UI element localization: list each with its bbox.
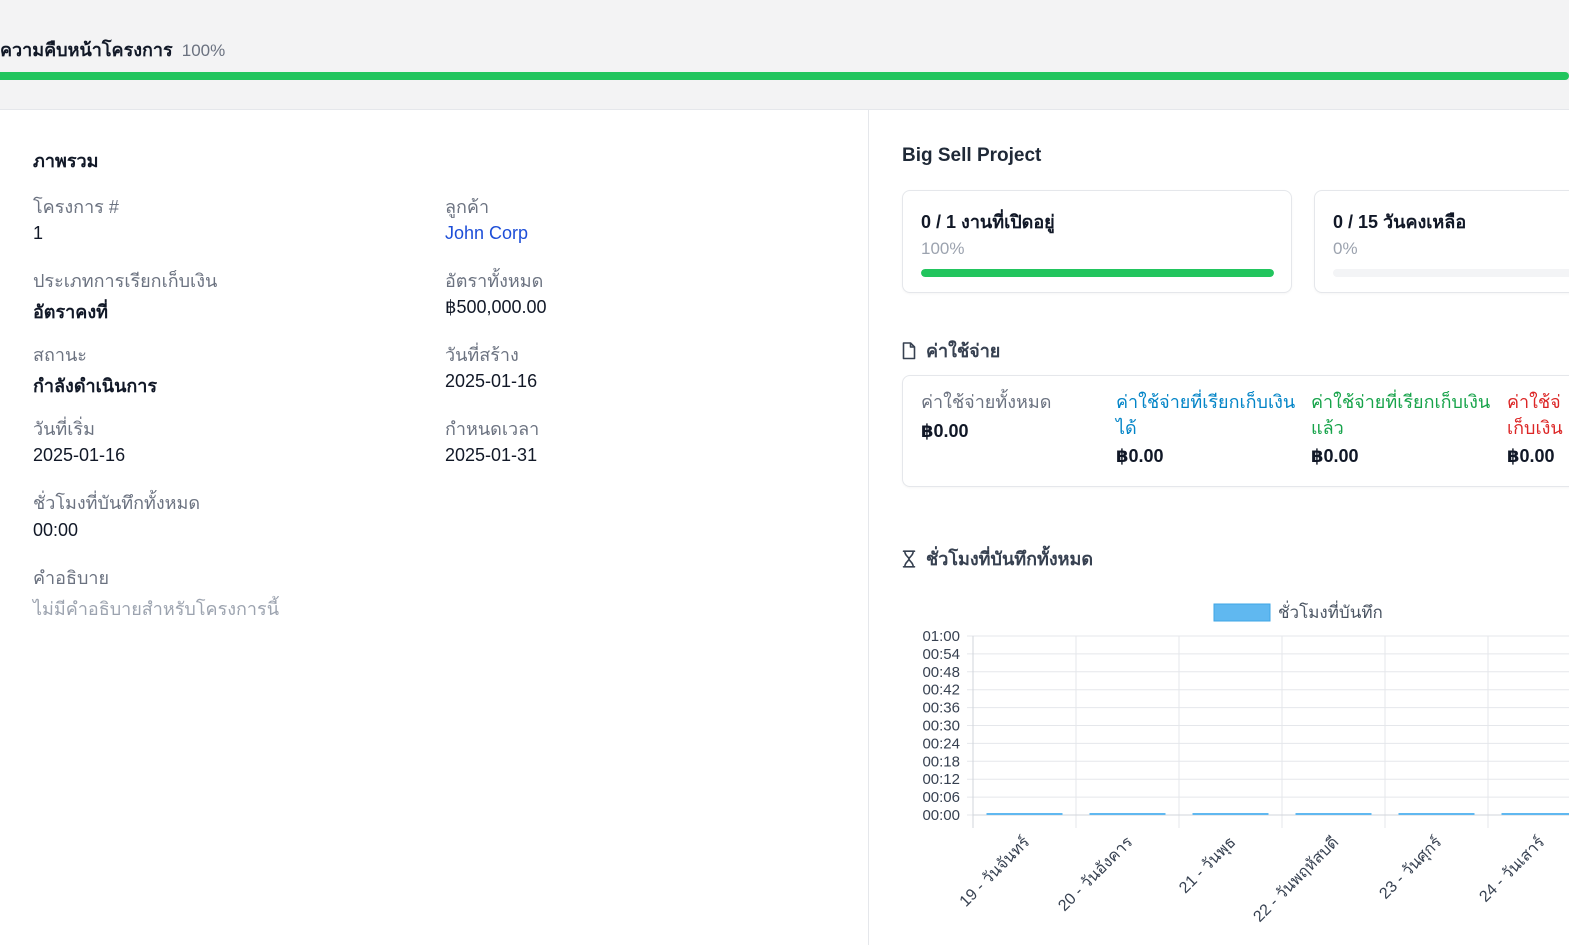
customer-label: ลูกค้า [445, 197, 490, 217]
start-date-value: 2025-01-16 [33, 445, 126, 465]
project-panel: Big Sell Project 0 / 1 งานที่เปิดอยู่ 10… [869, 109, 1569, 945]
description-value: ไม่มีคำอธิบายสำหรับโครงการนี้ [33, 599, 280, 619]
y-tick-label: 00:00 [922, 807, 960, 824]
legend-label: ชั่วโมงที่บันทึก [1278, 600, 1383, 622]
x-tick-label: 22 - วันพฤหัสบดี [1250, 833, 1343, 926]
chart-bar [1192, 813, 1269, 815]
progress-percent: 100% [181, 41, 226, 60]
total-rate-label: อัตราทั้งหมด [445, 271, 544, 291]
overview-panel: ภาพรวม โครงการ # 1 ลูกค้า John Corp ประเ… [0, 109, 869, 945]
x-tick-label: 19 - วันจันทร์ [955, 832, 1033, 910]
status-label: สถานะ [33, 345, 87, 365]
deadline-label: กำหนดเวลา [445, 419, 540, 439]
chart-bar [1089, 813, 1166, 815]
project-progress-header: ความคืบหน้าโครงการ 100% [0, 0, 1569, 110]
progress-title: ความคืบหน้าโครงการ 100% [0, 35, 225, 64]
billing-type-value: อัตราคงที่ [33, 302, 108, 322]
y-tick-label: 00:12 [922, 771, 960, 788]
y-tick-label: 00:30 [922, 718, 960, 735]
status-value: กำลังดำเนินการ [33, 376, 158, 396]
y-tick-label: 01:00 [922, 628, 960, 645]
legend-swatch [1213, 603, 1271, 622]
y-tick-label: 00:36 [922, 700, 960, 717]
chart-bar [1501, 813, 1569, 815]
chart-bar [1295, 813, 1372, 815]
chart-bar [1398, 813, 1475, 815]
description-label: คำอธิบาย [33, 568, 110, 588]
start-date-label: วันที่เริ่ม [33, 419, 95, 439]
y-tick-label: 00:42 [922, 682, 960, 699]
logged-hours-value: 00:00 [33, 520, 79, 540]
x-tick-label: 24 - วันเสาร์ [1475, 832, 1549, 906]
created-date-label: วันที่สร้าง [445, 345, 519, 365]
total-rate-value: ฿500,000.00 [445, 297, 547, 317]
logged-hours-label: ชั่วโมงที่บันทึกทั้งหมด [33, 493, 201, 513]
progress-bar [0, 72, 1569, 80]
progress-bar-fill [0, 72, 1569, 80]
overview-title: ภาพรวม [33, 151, 99, 171]
deadline-value: 2025-01-31 [445, 445, 538, 465]
project-number-value: 1 [33, 223, 44, 243]
y-tick-label: 00:24 [922, 735, 960, 752]
y-tick-label: 00:48 [922, 664, 960, 681]
logged-hours-chart: ชั่วโมงที่บันทึก 00:0000:0600:1200:1800:2… [922, 600, 1569, 926]
billing-type-label: ประเภทการเรียกเก็บเงิน [33, 271, 218, 291]
x-tick-label: 21 - วันพุธ [1176, 834, 1240, 898]
customer-link[interactable]: John Corp [445, 223, 528, 244]
y-tick-label: 00:54 [922, 646, 960, 663]
x-tick-label: 23 - วันศุกร์ [1375, 832, 1446, 903]
x-tick-label: 20 - วันอังคาร [1055, 834, 1136, 915]
progress-label: ความคืบหน้าโครงการ [0, 40, 173, 60]
y-tick-label: 00:06 [922, 789, 960, 806]
created-date-value: 2025-01-16 [445, 371, 538, 391]
y-tick-label: 00:18 [922, 753, 960, 770]
chart-bar [986, 813, 1063, 815]
project-number-label: โครงการ # [33, 197, 119, 217]
